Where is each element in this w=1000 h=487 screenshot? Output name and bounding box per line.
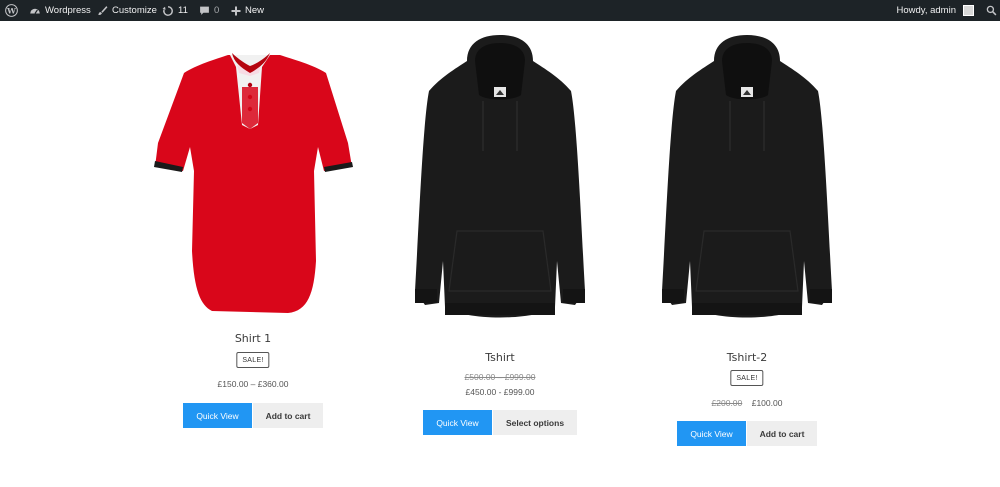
site-name: Wordpress [45,5,91,16]
howdy-text: Howdy, admin [896,5,957,16]
wordpress-logo-icon[interactable]: W [5,0,18,21]
comments-count: 0 [214,5,220,16]
admin-bar: W Wordpress Customize 11 0 New Howdy, ad… [0,0,1000,21]
quick-view-button[interactable]: Quick View [677,421,746,446]
plus-icon [231,6,241,15]
avatar [963,5,974,16]
svg-text:W: W [6,6,16,15]
admin-bar-search[interactable] [986,0,997,21]
product-actions: Quick View Add to cart [622,421,872,446]
product-actions: Quick View Select options [375,410,625,435]
updates-count: 11 [178,5,188,16]
black-hoodie-image[interactable] [375,21,625,331]
customize-label: Customize [112,5,157,16]
dashboard-icon [30,8,40,14]
admin-bar-account[interactable]: Howdy, admin [896,0,974,21]
updates-icon [162,5,173,16]
price-line: £200.00 £100.00 [622,398,872,408]
product-title[interactable]: Shirt 1 [128,332,378,345]
price-range: £150.00 – £360.00 [217,379,289,389]
regular-price: £200.00 [711,398,743,408]
admin-bar-customize[interactable]: Customize [97,0,157,21]
red-polo-shirt-image[interactable] [128,21,378,321]
admin-bar-site-menu[interactable]: Wordpress [29,0,91,21]
search-icon [986,5,997,16]
paintbrush-icon [98,6,108,16]
admin-bar-updates[interactable]: 11 [162,0,188,21]
admin-bar-comments[interactable]: 0 [199,0,219,21]
new-label: New [245,5,265,16]
product-title[interactable]: Tshirt [375,351,625,364]
sale-price: £100.00 [751,398,783,408]
product-title[interactable]: Tshirt-2 [622,351,872,364]
sale-badge: SALE! [236,352,270,368]
select-options-button[interactable]: Select options [493,410,577,435]
quick-view-button[interactable]: Quick View [183,403,252,428]
quick-view-button[interactable]: Quick View [423,410,492,435]
regular-price: £500.00 – £999.00 [464,372,536,382]
add-to-cart-button[interactable]: Add to cart [253,403,323,428]
sale-badge: SALE! [730,370,764,386]
add-to-cart-button[interactable]: Add to cart [747,421,817,446]
black-hoodie-image[interactable] [622,21,872,331]
product-actions: Quick View Add to cart [128,403,378,428]
sale-price: £450.00 - £999.00 [465,387,535,397]
admin-bar-new[interactable]: New [231,0,264,21]
comment-icon [200,6,209,15]
